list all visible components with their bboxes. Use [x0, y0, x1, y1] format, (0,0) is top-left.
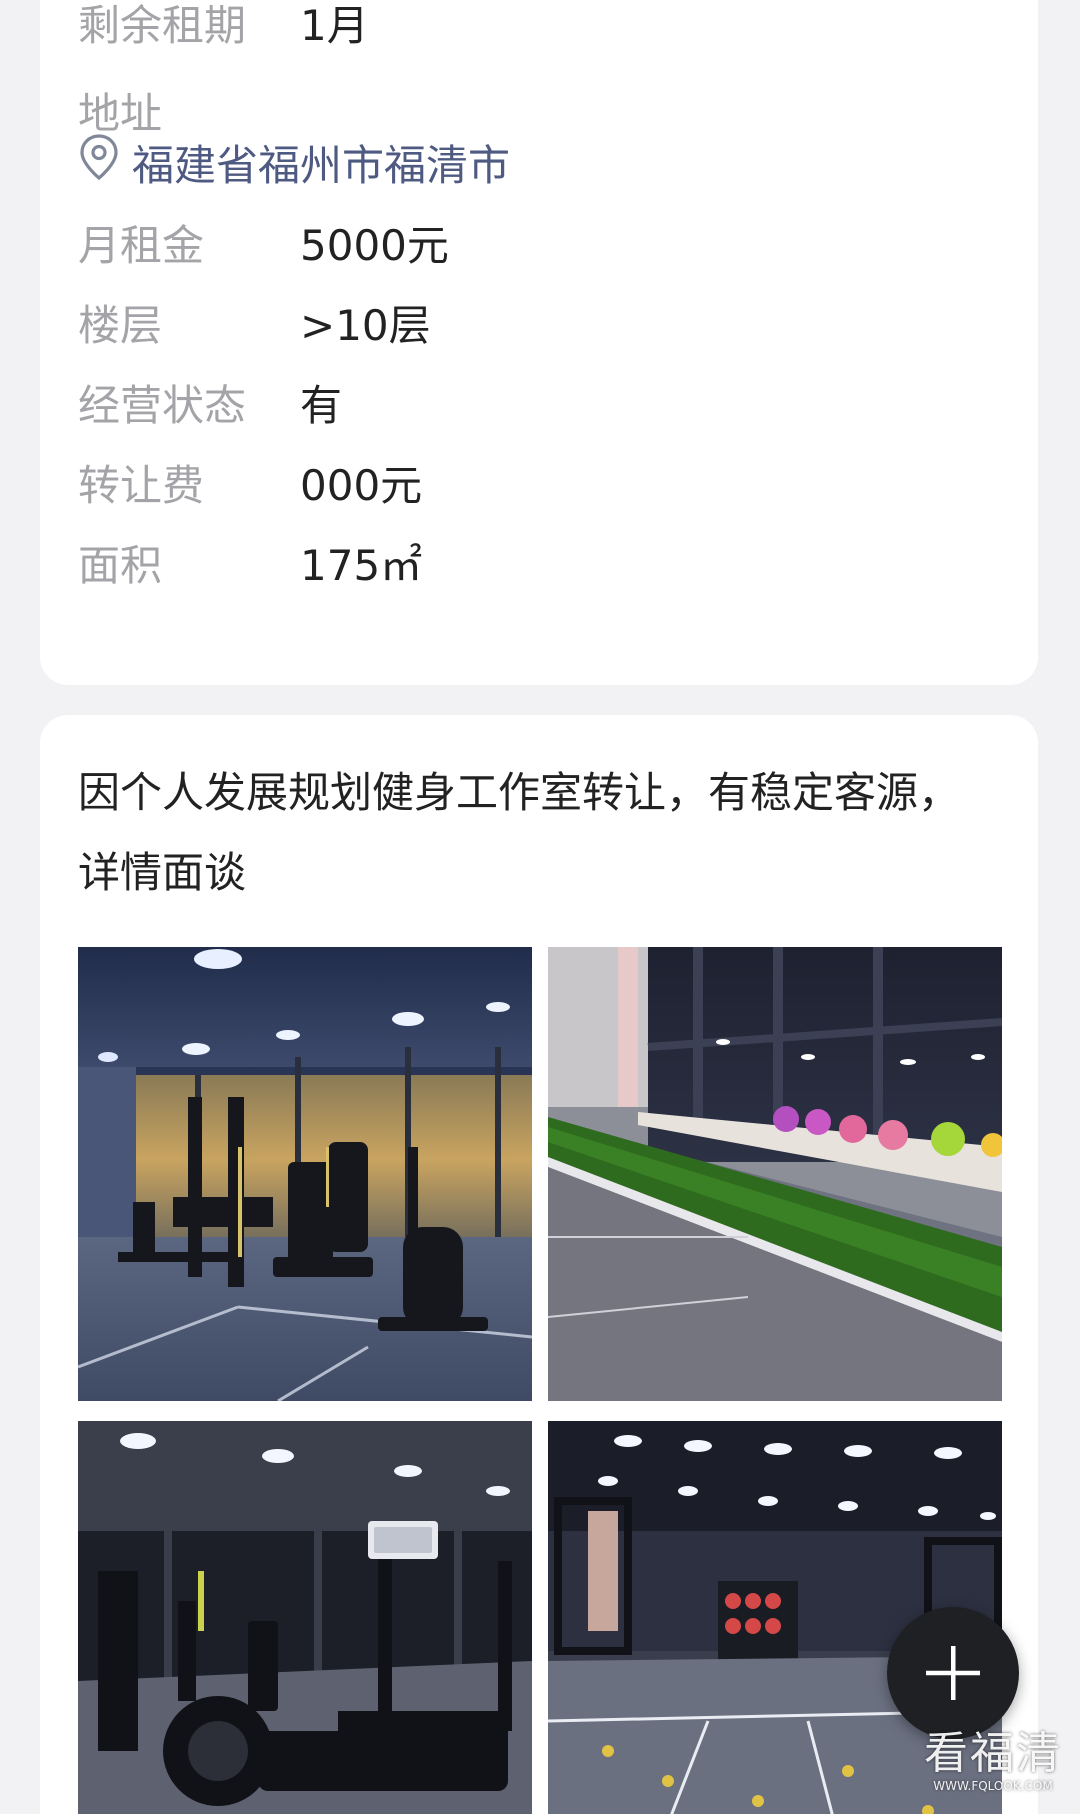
gym-photo-3[interactable] — [78, 1421, 532, 1814]
listing-page: 剩余租期 1月 地址 福建省福州市福清市 月租金 5000元 楼层 >10层 经… — [0, 0, 1080, 1814]
listing-description-card: 因个人发展规划健身工作室转让，有稳定客源，详情面谈 — [40, 715, 1038, 1814]
site-watermark: 看福清 WWW.FQLOOK.COM — [918, 1730, 1068, 1794]
description-text: 因个人发展规划健身工作室转让，有稳定客源，详情面谈 — [78, 768, 961, 897]
area-row: 面积 175㎡ — [78, 532, 422, 592]
monthly-rent-label: 月租金 — [78, 220, 205, 270]
remaining-lease-value: 1月 — [300, 0, 369, 50]
transfer-fee-value: 000元 — [300, 460, 423, 510]
add-post-button[interactable] — [887, 1607, 1019, 1739]
floor-row: 楼层 >10层 — [78, 292, 431, 352]
operating-status-label: 经营状态 — [78, 380, 247, 430]
watermark-url: WWW.FQLOOK.COM — [933, 1779, 1053, 1793]
remaining-lease-label: 剩余租期 — [78, 0, 247, 50]
monthly-rent-row: 月租金 5000元 — [78, 212, 449, 272]
monthly-rent-value: 5000元 — [300, 220, 449, 270]
plus-icon — [926, 1646, 980, 1700]
transfer-fee-label: 转让费 — [78, 460, 205, 510]
watermark-logo: 看福清 — [924, 1728, 1062, 1779]
operating-status-value: 有 — [300, 380, 343, 430]
area-label: 面积 — [78, 540, 163, 590]
transfer-fee-row: 转让费 000元 — [78, 452, 422, 512]
floor-value: >10层 — [300, 300, 431, 350]
address-link[interactable]: 福建省福州市福清市 — [78, 132, 510, 192]
gym-photo-2[interactable] — [548, 947, 1002, 1401]
listing-info-card: 剩余租期 1月 地址 福建省福州市福清市 月租金 5000元 楼层 >10层 经… — [40, 0, 1038, 685]
area-value: 175㎡ — [300, 540, 423, 590]
remaining-lease-row: 剩余租期 1月 — [78, 0, 369, 52]
address-value: 福建省福州市福清市 — [132, 140, 511, 190]
floor-label: 楼层 — [78, 300, 163, 350]
location-pin-icon — [78, 133, 132, 191]
gym-photo-1[interactable] — [78, 947, 532, 1401]
operating-status-row: 经营状态 有 — [78, 372, 342, 432]
